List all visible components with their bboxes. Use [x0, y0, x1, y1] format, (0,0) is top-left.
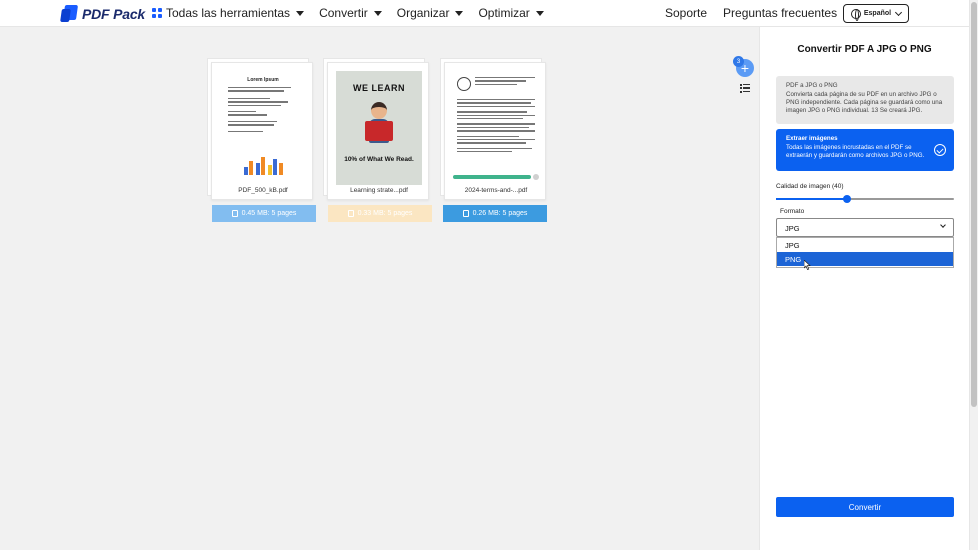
nav-convert[interactable]: Convertir	[319, 6, 382, 20]
chevron-down-icon	[895, 8, 903, 16]
format-selected-value: JPG	[785, 224, 800, 233]
option-description: Convierta cada página de su PDF en un ar…	[786, 91, 943, 114]
file-count-badge: 3	[733, 56, 744, 67]
preview-chart	[242, 155, 288, 175]
upload-progress-bar	[453, 175, 531, 179]
quality-slider-fill	[776, 198, 848, 200]
file-name: Learning strate...pdf	[350, 187, 408, 194]
panel-title: Convertir PDF A JPG O PNG	[797, 44, 932, 55]
grid-icon	[152, 8, 162, 18]
poster-subtitle: 10% of What We Read.	[344, 156, 414, 163]
format-label: Formato	[780, 208, 805, 215]
logo-text: PDF Pack	[82, 5, 145, 22]
quality-slider[interactable]	[776, 198, 954, 200]
page-preview	[453, 71, 539, 185]
file-name: 2024-terms-and-...pdf	[464, 187, 528, 194]
chevron-down-icon	[940, 222, 946, 228]
file-meta-badge: 0.33 MB: 5 pages	[328, 205, 432, 222]
faq-link[interactable]: Preguntas frecuentes	[723, 6, 837, 20]
option-title: Extraer imágenes	[786, 135, 838, 142]
caret-down-icon	[455, 10, 464, 16]
file-meta-text: 0.33 MB: 5 pages	[357, 210, 413, 217]
mouse-cursor-icon	[804, 260, 811, 270]
caret-down-icon	[296, 10, 305, 16]
option-description: Todas las imágenes incrustadas en el PDF…	[786, 144, 925, 159]
caret-down-icon	[373, 10, 382, 16]
preview-title: Lorem Ipsum	[247, 77, 279, 83]
nav-organize[interactable]: Organizar	[397, 6, 464, 20]
option-pdf-to-image[interactable]: PDF a JPG o PNG Convierta cada página de…	[776, 76, 954, 124]
format-dropdown: JPG PNG	[776, 237, 954, 268]
top-header: PDF Pack Todas las herramientas Converti…	[0, 0, 969, 27]
options-panel: Convertir PDF A JPG O PNG PDF a JPG o PN…	[759, 27, 969, 550]
nav-convert-label: Convertir	[319, 6, 368, 20]
nav-all-tools[interactable]: Todas las herramientas	[152, 6, 305, 20]
page-preview: WE LEARN 10% of What We Read.	[336, 71, 422, 185]
file-card[interactable]: Lorem Ipsum PDF_500_kB.pdf	[207, 58, 313, 200]
file-meta-badge: 0.26 MB: 5 pages	[443, 205, 547, 222]
file-thumbnail: 2024-terms-and-...pdf	[444, 62, 546, 200]
scrollbar-thumb[interactable]	[971, 2, 977, 407]
check-circle-icon	[934, 144, 946, 156]
file-icon	[347, 210, 354, 217]
file-meta-badge: 0.45 MB: 5 pages	[212, 205, 316, 222]
caret-down-icon	[535, 10, 544, 16]
file-icon	[231, 210, 238, 217]
nav-organize-label: Organizar	[396, 6, 450, 20]
nav-optimize-label: Optimizar	[478, 6, 530, 20]
secondary-nav: Soporte Preguntas frecuentes	[665, 6, 837, 20]
file-thumbnail: Lorem Ipsum PDF_500_kB.pdf	[211, 62, 313, 200]
convert-button[interactable]: Convertir	[776, 497, 954, 517]
book-icon	[365, 121, 393, 141]
file-icon	[462, 210, 469, 217]
option-extract-images[interactable]: Extraer imágenes Todas las imágenes incr…	[776, 129, 954, 171]
file-meta-text: 0.26 MB: 5 pages	[472, 210, 528, 217]
file-meta-text: 0.45 MB: 5 pages	[241, 210, 297, 217]
page-scrollbar[interactable]	[969, 0, 978, 550]
nav-all-tools-label: Todas las herramientas	[166, 6, 291, 20]
sort-list-button[interactable]	[740, 84, 750, 94]
file-card[interactable]: WE LEARN 10% of What We Read. Learning s…	[323, 58, 429, 200]
file-thumbnail: WE LEARN 10% of What We Read. Learning s…	[327, 62, 429, 200]
poster-title: WE LEARN	[353, 83, 405, 93]
language-label: Español	[863, 10, 892, 17]
language-selector[interactable]: Español	[843, 4, 909, 23]
option-title: PDF a JPG o PNG	[786, 82, 838, 89]
pdf-pack-logo-icon	[60, 5, 79, 22]
main-nav: Todas las herramientas Convertir Organiz…	[152, 6, 544, 20]
file-name: PDF_500_kB.pdf	[238, 187, 288, 194]
globe-icon	[850, 8, 861, 21]
nav-optimize[interactable]: Optimizar	[478, 6, 544, 20]
quality-slider-handle[interactable]	[843, 195, 852, 203]
format-option-jpg[interactable]: JPG	[777, 238, 953, 252]
support-link[interactable]: Soporte	[665, 6, 707, 20]
format-select[interactable]: JPG	[776, 218, 954, 237]
page-preview: Lorem Ipsum	[220, 71, 306, 185]
logo[interactable]: PDF Pack	[60, 5, 145, 22]
file-card[interactable]: 2024-terms-and-...pdf	[440, 58, 546, 200]
quality-label: Calidad de imagen (40)	[776, 183, 844, 190]
seal-icon	[457, 77, 471, 91]
